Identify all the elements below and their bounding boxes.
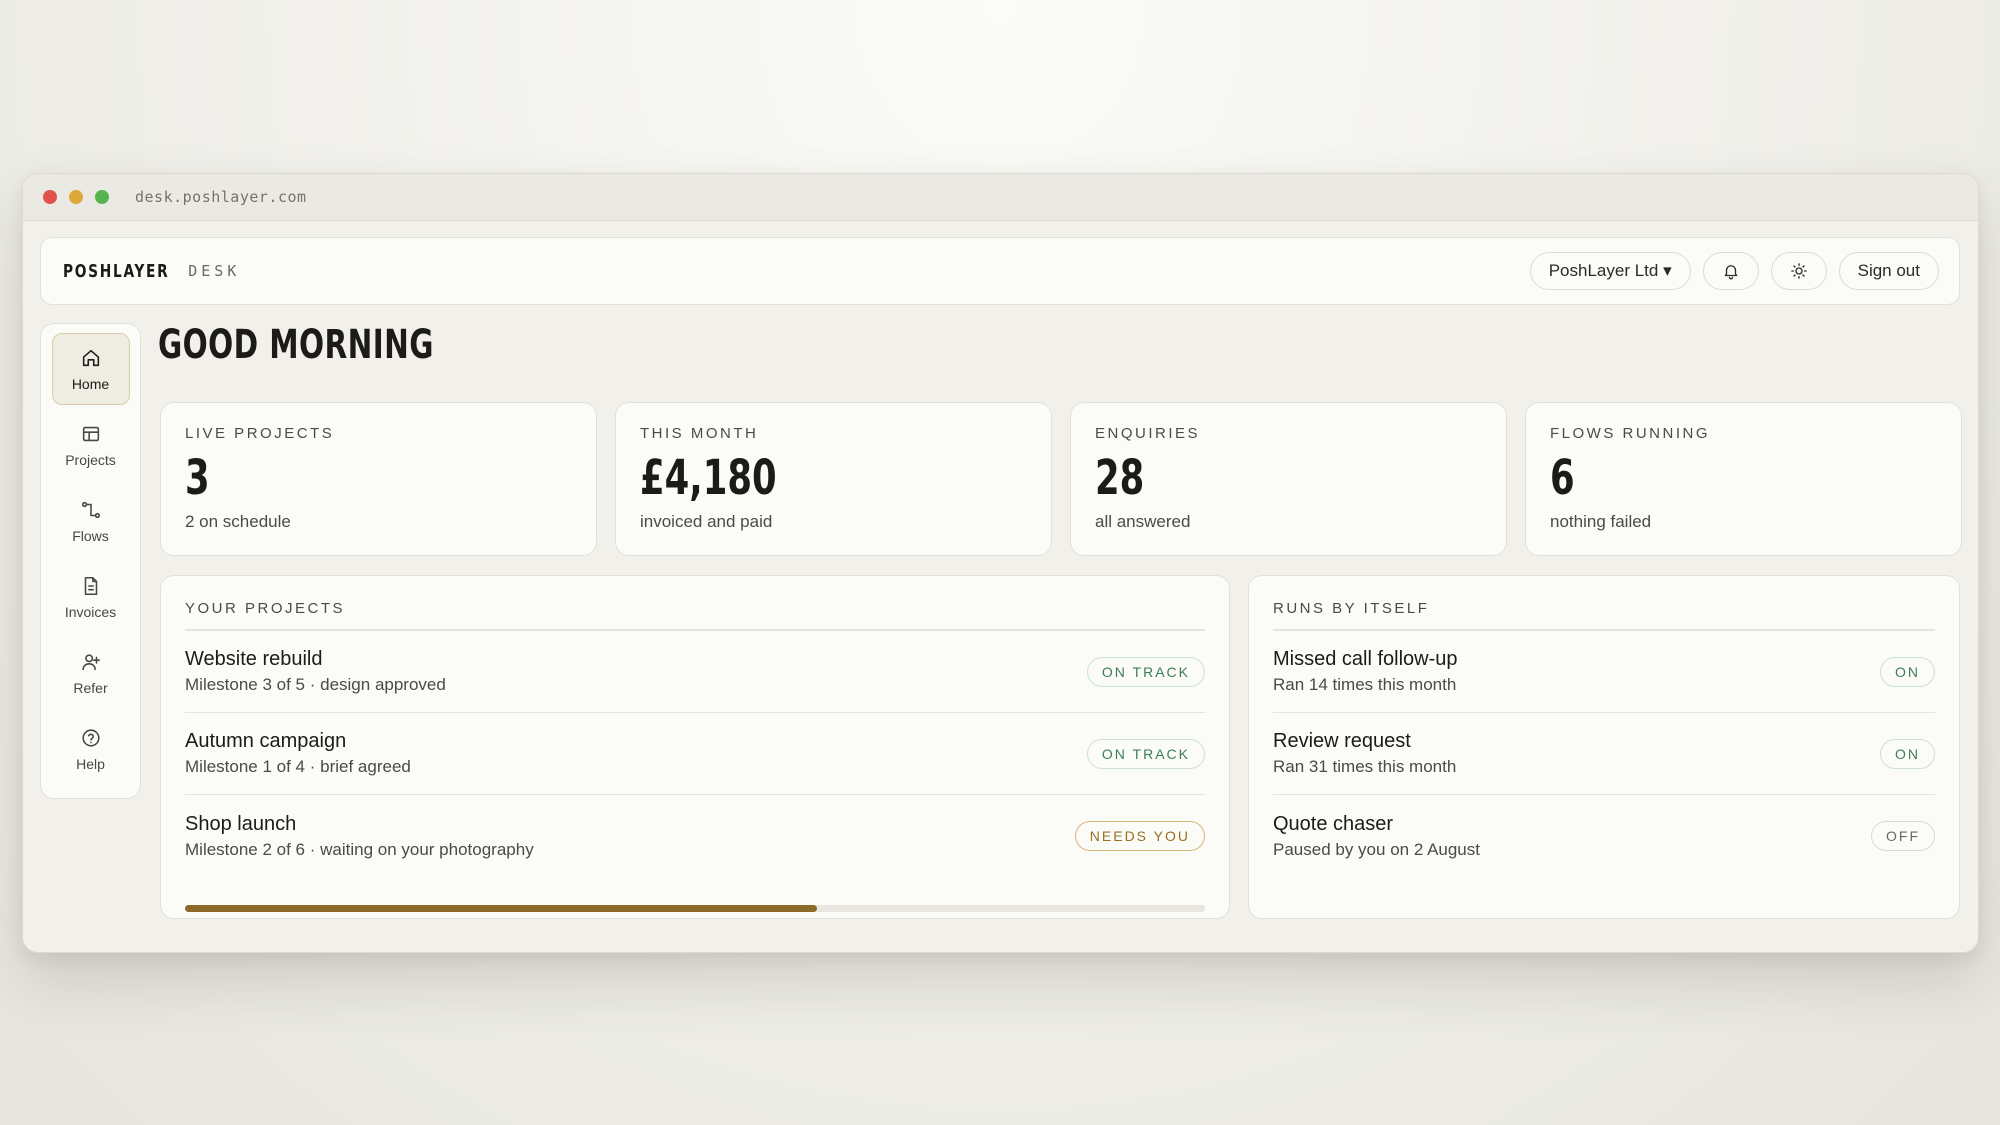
stat-card-this-month[interactable]: THIS MONTH £4,180 invoiced and paid bbox=[615, 402, 1052, 556]
flow-detail: Paused by you on 2 August bbox=[1273, 839, 1480, 859]
sidebar-item-home[interactable]: Home bbox=[51, 333, 130, 405]
flow-row-missed-call-follow-up[interactable]: Missed call follow-up Ran 14 times this … bbox=[1273, 631, 1935, 713]
browser-window: desk.poshlayer.com POSHLAYER DESK PoshLa… bbox=[22, 173, 1979, 953]
company-switcher[interactable]: PoshLayer Ltd ▾ bbox=[1529, 252, 1691, 290]
browser-titlebar: desk.poshlayer.com bbox=[23, 174, 1978, 221]
flow-icon bbox=[81, 501, 100, 518]
sign-out-button[interactable]: Sign out bbox=[1838, 252, 1939, 290]
flow-row-quote-chaser[interactable]: Quote chaser Paused by you on 2 August O… bbox=[1273, 795, 1935, 877]
flow-toggle[interactable]: ON bbox=[1880, 656, 1935, 687]
projects-panel: YOUR PROJECTS Website rebuild Milestone … bbox=[160, 575, 1230, 919]
status-badge: ON TRACK bbox=[1086, 738, 1205, 769]
stat-value: £4,180 bbox=[640, 450, 777, 506]
flow-toggle[interactable]: OFF bbox=[1871, 821, 1935, 851]
status-badge: NEEDS YOU bbox=[1074, 821, 1205, 851]
flow-toggle[interactable]: ON bbox=[1880, 738, 1935, 769]
project-row-website-rebuild[interactable]: Website rebuild Milestone 3 of 5 · desig… bbox=[185, 631, 1205, 713]
flow-detail: Ran 14 times this month bbox=[1273, 675, 1457, 694]
help-icon bbox=[81, 728, 100, 747]
sidebar-item-projects[interactable]: Projects bbox=[52, 409, 130, 481]
add-user-icon bbox=[81, 653, 100, 670]
project-row-shop-launch[interactable]: Shop launch Milestone 2 of 6 · waiting o… bbox=[185, 795, 1205, 877]
stat-subtext: 2 on schedule bbox=[185, 512, 291, 531]
sidebar: Home Projects Flows Invoices Refer Help bbox=[40, 323, 141, 799]
project-detail: Milestone 3 of 5 · design approved bbox=[185, 675, 446, 694]
document-icon bbox=[84, 576, 97, 595]
stat-label: ENQUIRIES bbox=[1095, 425, 1201, 442]
project-name: Website rebuild bbox=[185, 648, 323, 670]
sidebar-item-invoices[interactable]: Invoices bbox=[52, 561, 130, 633]
stat-value: 6 bbox=[1550, 450, 1575, 506]
flow-detail: Ran 31 times this month bbox=[1273, 757, 1457, 776]
notifications-button[interactable] bbox=[1702, 252, 1759, 290]
sidebar-item-label: Home bbox=[71, 375, 110, 392]
stat-subtext: nothing failed bbox=[1550, 512, 1652, 531]
project-detail: Milestone 1 of 4 · brief agreed bbox=[185, 757, 411, 776]
theme-toggle-button[interactable] bbox=[1770, 252, 1827, 290]
close-window-button[interactable] bbox=[43, 190, 57, 204]
flow-row-review-request[interactable]: Review request Ran 31 times this month O… bbox=[1273, 713, 1935, 795]
stat-value: 3 bbox=[185, 450, 210, 506]
bell-icon bbox=[1724, 265, 1737, 280]
stat-card-enquiries[interactable]: ENQUIRIES 28 all answered bbox=[1070, 402, 1507, 556]
flow-name: Missed call follow-up bbox=[1273, 648, 1458, 670]
stat-value: 28 bbox=[1095, 450, 1145, 506]
home-icon bbox=[82, 349, 99, 366]
page-title: GOOD MORNING bbox=[158, 322, 434, 368]
stat-label: LIVE PROJECTS bbox=[185, 425, 335, 442]
sidebar-item-help[interactable]: Help bbox=[52, 713, 130, 785]
sidebar-item-label: Refer bbox=[73, 679, 108, 696]
stat-label: THIS MONTH bbox=[640, 425, 759, 442]
stat-subtext: invoiced and paid bbox=[640, 512, 773, 531]
sidebar-item-label: Flows bbox=[72, 527, 109, 544]
flow-name: Quote chaser bbox=[1273, 812, 1394, 835]
sidebar-item-refer[interactable]: Refer bbox=[52, 637, 130, 709]
project-row-autumn-campaign[interactable]: Autumn campaign Milestone 1 of 4 · brief… bbox=[185, 713, 1205, 795]
project-name: Shop launch bbox=[185, 812, 297, 835]
flow-name: Review request bbox=[1273, 730, 1411, 752]
app-header: POSHLAYER DESK PoshLayer Ltd ▾ Sign out bbox=[40, 237, 1960, 305]
maximize-window-button[interactable] bbox=[95, 190, 109, 204]
stat-subtext: all answered bbox=[1095, 512, 1191, 531]
brand-logo[interactable]: POSHLAYER bbox=[63, 261, 169, 282]
minimize-window-button[interactable] bbox=[69, 190, 83, 204]
stat-card-flows-running[interactable]: FLOWS RUNNING 6 nothing failed bbox=[1525, 402, 1962, 556]
automations-panel: RUNS BY ITSELF Missed call follow-up Ran… bbox=[1248, 575, 1960, 919]
brand-subtitle: DESK bbox=[188, 262, 241, 280]
automations-panel-title: RUNS BY ITSELF bbox=[1273, 600, 1935, 631]
project-detail: Milestone 2 of 6 · waiting on your photo… bbox=[185, 839, 534, 859]
status-badge: ON TRACK bbox=[1086, 656, 1205, 687]
progress-bar-fill bbox=[185, 905, 818, 912]
table-icon bbox=[82, 426, 99, 441]
progress-bar bbox=[185, 905, 1205, 912]
projects-panel-title: YOUR PROJECTS bbox=[185, 600, 1205, 631]
project-name: Autumn campaign bbox=[185, 730, 347, 752]
sidebar-item-label: Help bbox=[76, 755, 105, 772]
stat-label: FLOWS RUNNING bbox=[1550, 425, 1710, 442]
sidebar-item-label: Projects bbox=[65, 451, 116, 468]
stat-card-live-projects[interactable]: LIVE PROJECTS 3 2 on schedule bbox=[160, 402, 597, 556]
address-bar[interactable]: desk.poshlayer.com bbox=[135, 188, 307, 206]
sidebar-item-flows[interactable]: Flows bbox=[52, 485, 130, 557]
sidebar-item-label: Invoices bbox=[64, 603, 117, 620]
sun-icon bbox=[1790, 263, 1807, 279]
